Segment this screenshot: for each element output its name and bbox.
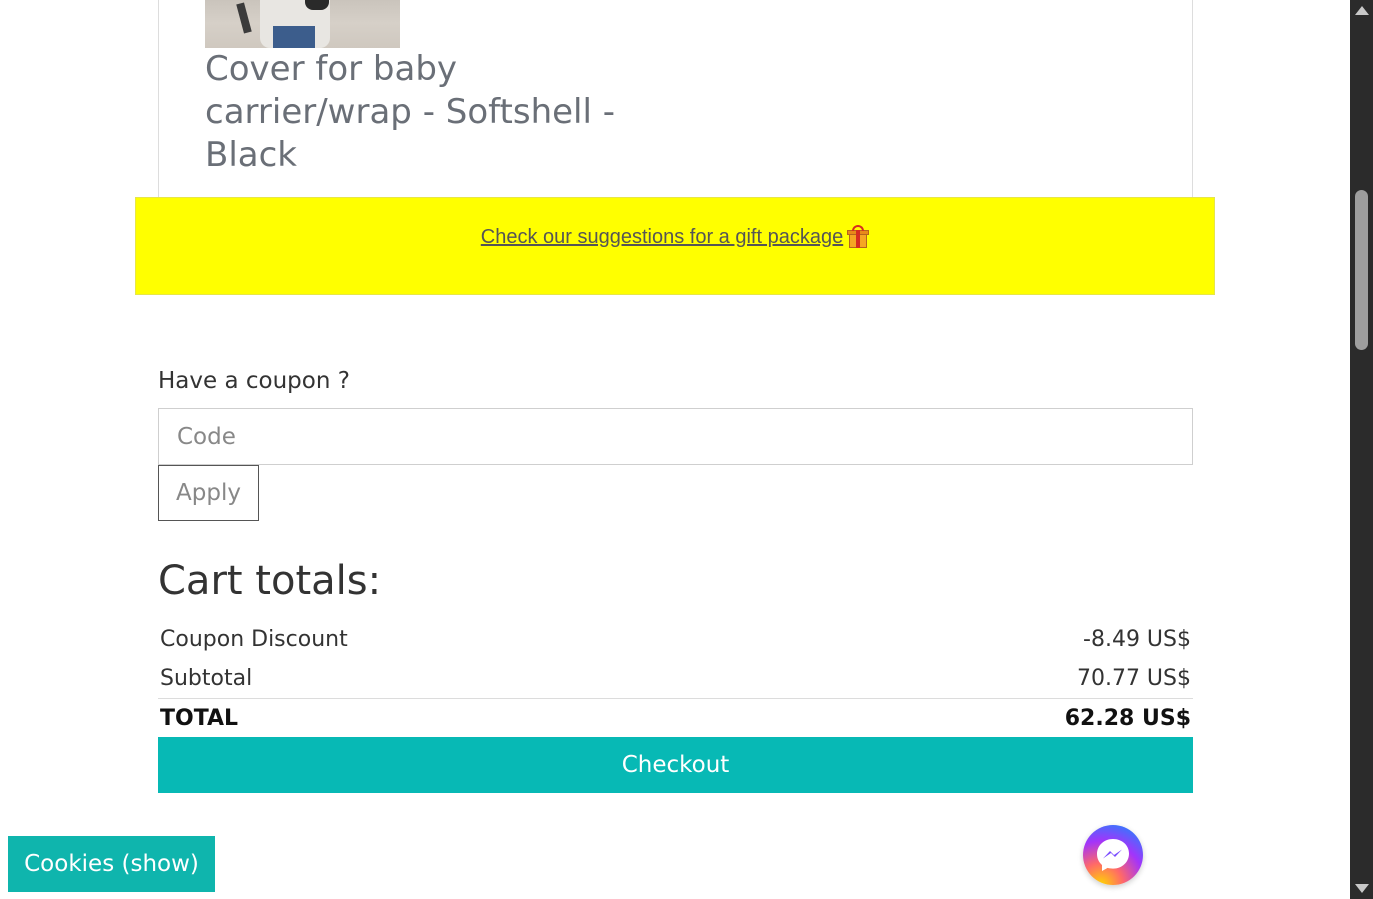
- total-value: 62.28 US$: [1064, 706, 1191, 731]
- thumb-detail: [236, 2, 252, 34]
- scroll-thumb[interactable]: [1355, 190, 1368, 350]
- product-image[interactable]: [205, 0, 400, 48]
- totals-row-coupon-discount: Coupon Discount -8.49 US$: [158, 620, 1193, 659]
- coupon-code-input[interactable]: [158, 408, 1193, 465]
- totals-row-label: Coupon Discount: [160, 627, 348, 652]
- product-card: Cover for baby carrier/wrap - Softshell …: [158, 0, 1193, 198]
- apply-coupon-button[interactable]: Apply: [158, 465, 259, 521]
- gift-link-label: Check our suggestions for a gift package: [480, 225, 844, 248]
- total-label: TOTAL: [160, 706, 239, 731]
- page: Cover for baby carrier/wrap - Softshell …: [0, 0, 1373, 899]
- totals-row-value: 70.77 US$: [1076, 666, 1191, 691]
- coupon-label: Have a coupon ?: [158, 368, 350, 394]
- checkout-button[interactable]: Checkout: [158, 737, 1193, 793]
- product-title[interactable]: Cover for baby carrier/wrap - Softshell …: [205, 48, 635, 177]
- totals-row-label: Subtotal: [160, 666, 253, 691]
- cart-totals-table: Coupon Discount -8.49 US$ Subtotal 70.77…: [158, 620, 1193, 738]
- messenger-chat-button[interactable]: [1083, 825, 1143, 885]
- totals-row-value: -8.49 US$: [1083, 627, 1191, 652]
- page-scrollbar[interactable]: [1350, 0, 1373, 899]
- messenger-icon: [1097, 839, 1129, 871]
- cart-totals-heading: Cart totals:: [158, 558, 382, 604]
- cookies-show-button[interactable]: Cookies (show): [8, 836, 215, 892]
- gift-icon: [847, 225, 870, 249]
- scroll-up-arrow-icon[interactable]: [1355, 6, 1369, 15]
- gift-banner: Check our suggestions for a gift package: [135, 197, 1215, 295]
- scroll-down-arrow-icon[interactable]: [1355, 884, 1369, 893]
- totals-row-subtotal: Subtotal 70.77 US$: [158, 659, 1193, 698]
- totals-row-total: TOTAL 62.28 US$: [158, 698, 1193, 738]
- thumb-jeans: [273, 26, 315, 48]
- thumb-carrier: [305, 0, 329, 10]
- gift-suggestions-link[interactable]: Check our suggestions for a gift package: [480, 223, 870, 251]
